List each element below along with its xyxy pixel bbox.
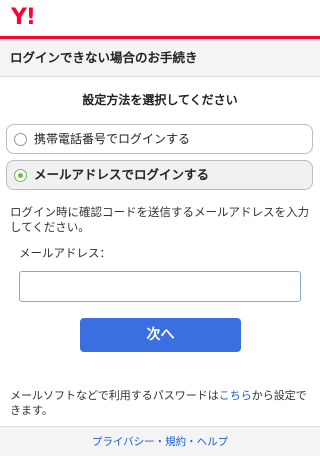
password-settings-link[interactable]: こちら (219, 389, 252, 402)
email-field[interactable] (19, 271, 301, 302)
option-email-login[interactable]: メールアドレスでログインする (6, 160, 313, 190)
footer-link-help[interactable]: ヘルプ (197, 436, 229, 448)
page-title: ログインできない場合のお手続き (0, 39, 320, 77)
option-phone-login-label: 携帯電話番号でログインする (34, 132, 191, 146)
footer-link-privacy[interactable]: プライバシー (92, 436, 155, 448)
radio-checked-icon[interactable] (14, 169, 27, 182)
option-phone-login[interactable]: 携帯電話番号でログインする (6, 124, 313, 154)
password-note-text: メールソフトなどで利用するパスワードは (10, 389, 219, 402)
email-field-label: メールアドレス： (19, 246, 111, 260)
password-note: メールソフトなどで利用するパスワードはこちらから設定できます。 (10, 388, 315, 418)
header: Y! (0, 0, 320, 36)
footer: プライバシー・規約・ヘルプ (0, 426, 320, 456)
footer-separator: ・ (154, 436, 166, 448)
instruction-text: ログイン時に確認コードを送信するメールアドレスを入力してください。 (10, 205, 309, 234)
option-email-login-label: メールアドレスでログインする (34, 167, 210, 182)
section-heading: 設定方法を選択してください (82, 93, 238, 107)
footer-separator: ・ (186, 436, 197, 448)
radio-unchecked-icon[interactable] (14, 133, 27, 146)
next-button[interactable]: 次へ (80, 318, 241, 352)
yahoo-logo[interactable]: Y! (11, 6, 36, 30)
footer-link-terms[interactable]: 規約 (165, 436, 186, 448)
